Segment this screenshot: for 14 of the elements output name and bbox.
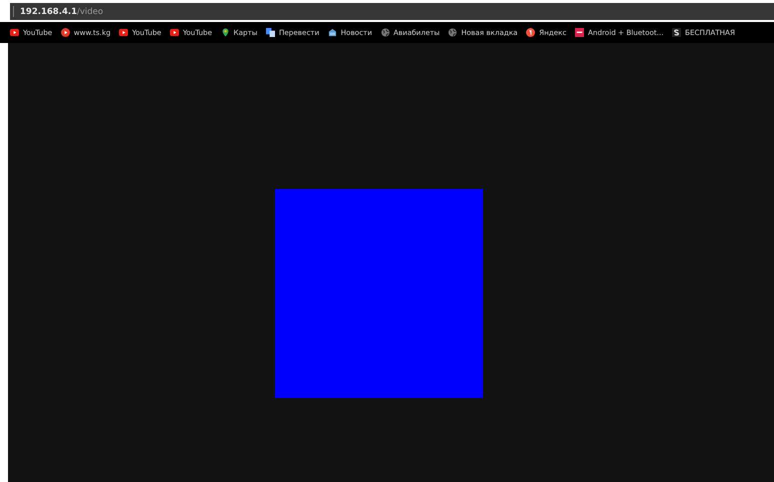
- globe-icon: [448, 28, 458, 37]
- bookmark-tile-icon: [574, 28, 584, 37]
- translate-icon: [266, 28, 275, 37]
- address-bar[interactable]: 192.168.4.1/video: [10, 3, 774, 20]
- play-icon: [119, 28, 128, 37]
- play-icon: [60, 28, 70, 37]
- news-icon: [328, 28, 337, 37]
- yandex-icon: [526, 28, 536, 37]
- play-icon: [10, 28, 19, 37]
- play-icon: [170, 28, 179, 37]
- s-logo-icon: [672, 28, 682, 37]
- globe-icon: [380, 28, 390, 37]
- map-pin-icon: [220, 28, 230, 37]
- url-text: 192.168.4.1/video: [20, 6, 104, 16]
